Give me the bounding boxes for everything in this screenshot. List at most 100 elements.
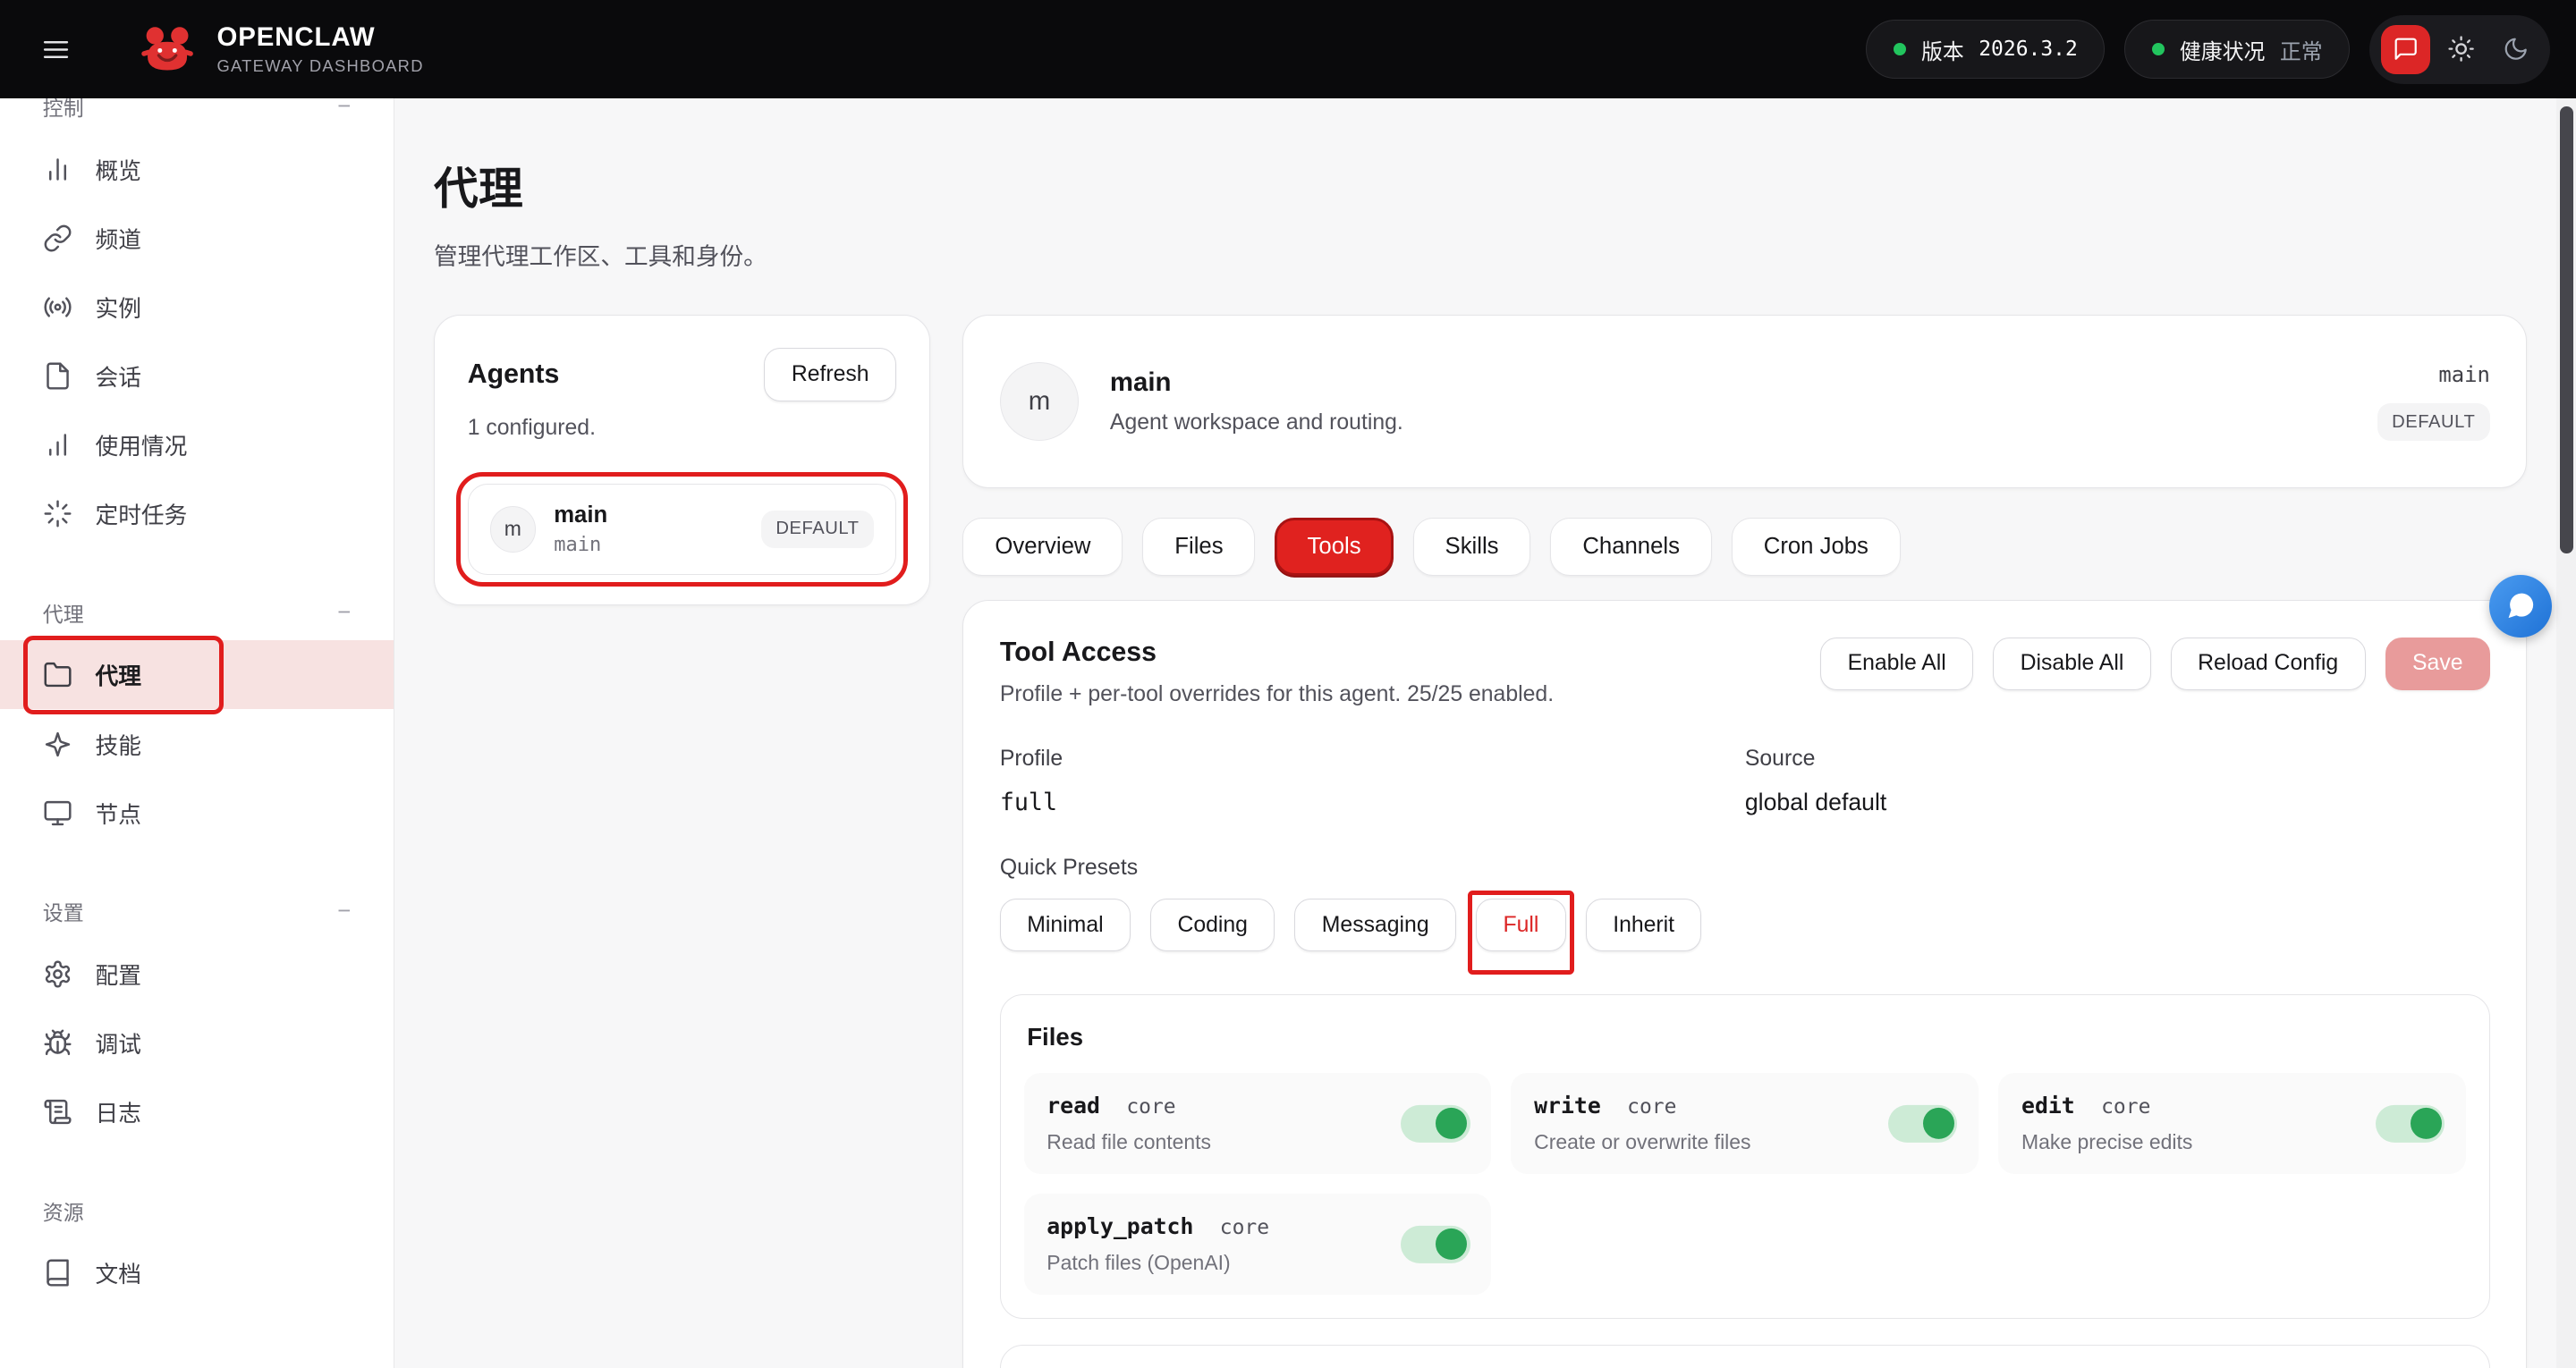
health-label: 健康状况 [2180,34,2266,65]
sidebar-item-config[interactable]: 配置 [0,940,394,1009]
refresh-button[interactable]: Refresh [764,348,896,401]
dark-theme-button[interactable] [2493,26,2538,72]
sidebar-item-label: 定时任务 [96,497,188,530]
sidebar-item-instances[interactable]: 实例 [0,273,394,342]
sidebar-item-skills[interactable]: 技能 [0,709,394,778]
tab-overview[interactable]: Overview [962,518,1123,575]
chat-bubble-icon [2504,589,2538,622]
sidebar-item-logs[interactable]: 日志 [0,1077,394,1146]
toggle-knob [1436,1108,1467,1139]
source-label: Source [1745,747,2490,772]
page-title: 代理 [434,153,2527,217]
page-scrollbar-track [2556,98,2576,1368]
tool-tag: core [1126,1095,1175,1119]
bar-chart-icon [43,430,72,460]
tab-channels[interactable]: Channels [1550,518,1711,575]
tool-group-files: Files read core Read file contents [1000,994,2490,1319]
main-content: 代理 管理代理工作区、工具和身份。 Agents Refresh 1 confi… [394,98,2576,1368]
source-value: global default [1745,789,2490,816]
tool-description: Create or overwrite files [1534,1130,1877,1154]
sidebar-section-settings[interactable]: 设置 − [0,883,394,939]
agent-header-description: Agent workspace and routing. [1110,410,1403,435]
sidebar-item-label: 节点 [96,797,141,830]
sidebar-item-label: 技能 [96,728,141,761]
sidebar-item-label: 日志 [96,1095,141,1128]
tool-name: write [1534,1093,1601,1119]
top-bar: OPENCLAW GATEWAY DASHBOARD 版本 2026.3.2 健… [0,0,2576,98]
tool-description: Read file contents [1046,1130,1389,1154]
preset-messaging-button[interactable]: Messaging [1294,899,1456,951]
toggle-apply-patch[interactable] [1401,1225,1470,1262]
sidebar-item-label: 使用情况 [96,428,188,461]
sidebar-item-docs[interactable]: 文档 [0,1238,394,1307]
reload-config-button[interactable]: Reload Config [2171,638,2366,690]
agent-tabs: Overview Files Tools Skills Channels Cro… [962,518,2527,575]
toggle-knob [1923,1108,1954,1139]
sidebar-item-usage[interactable]: 使用情况 [0,410,394,479]
sidebar-item-cron-tasks[interactable]: 定时任务 [0,479,394,548]
tool-name: apply_patch [1046,1213,1193,1239]
toggle-knob [2411,1108,2442,1139]
health-pill: 健康状况 正常 [2124,20,2350,79]
toggle-read[interactable] [1401,1105,1470,1143]
page-subtitle: 管理代理工作区、工具和身份。 [434,237,2527,272]
section-label: 资源 [43,1195,84,1226]
sidebar-item-nodes[interactable]: 节点 [0,779,394,848]
disable-all-button[interactable]: Disable All [1993,638,2150,690]
sidebar-item-channels[interactable]: 频道 [0,204,394,273]
scroll-log-icon [43,1097,72,1127]
agent-list-item-main[interactable]: m main main DEFAULT [468,484,896,575]
light-theme-button[interactable] [2438,26,2484,72]
tool-card-read: read core Read file contents [1024,1073,1492,1174]
tool-access-title: Tool Access [1000,638,1554,668]
monitor-icon [43,798,72,828]
health-value: 正常 [2280,34,2323,65]
sidebar-item-debug[interactable]: 调试 [0,1009,394,1077]
tool-description: Patch files (OpenAI) [1046,1251,1389,1275]
sidebar-section-control[interactable]: 控制 − [0,98,394,134]
chat-widget-button[interactable] [2489,575,2552,638]
tab-files[interactable]: Files [1142,518,1255,575]
sidebar-section-resources[interactable]: 资源 [0,1182,394,1237]
tab-skills[interactable]: Skills [1413,518,1531,575]
tool-tag: core [2101,1095,2150,1119]
sidebar-section-agents[interactable]: 代理 − [0,585,394,640]
save-button[interactable]: Save [2385,638,2490,690]
profile-value: full [1000,789,1745,816]
openclaw-crab-logo-icon [138,20,197,79]
agent-name: main [554,502,607,528]
toggle-write[interactable] [1888,1105,1957,1143]
collapse-minus-icon[interactable]: − [337,899,351,925]
tool-access-panel: Tool Access Profile + per-tool overrides… [962,600,2527,1368]
enable-all-button[interactable]: Enable All [1820,638,1973,690]
agent-detail-column: m main Agent workspace and routing. main… [962,315,2527,1368]
profile-label: Profile [1000,747,1745,772]
tab-tools[interactable]: Tools [1275,518,1393,575]
gear-icon [43,959,72,989]
preset-coding-button[interactable]: Coding [1150,899,1275,951]
section-label: 控制 [43,98,84,122]
sidebar-item-label: 实例 [96,291,141,324]
toggle-edit[interactable] [2376,1105,2445,1143]
page-scrollbar-thumb[interactable] [2560,106,2573,553]
sidebar-item-agents[interactable]: 代理 [0,640,394,709]
menu-button[interactable] [26,20,85,79]
preset-inherit-button[interactable]: Inherit [1586,899,1702,951]
quick-presets-label: Quick Presets [1000,856,2490,881]
moon-icon [2503,36,2529,62]
sidebar-item-label: 配置 [96,958,141,991]
sidebar-item-label: 代理 [96,658,141,691]
agent-header-card: m main Agent workspace and routing. main… [962,315,2527,489]
sidebar-item-overview[interactable]: 概览 [0,135,394,204]
feedback-chat-button[interactable] [2381,25,2430,74]
sidebar-item-sessions[interactable]: 会话 [0,342,394,410]
theme-switcher [2369,15,2550,84]
preset-minimal-button[interactable]: Minimal [1000,899,1131,951]
tool-group-runtime: Runtime [1000,1345,2490,1368]
collapse-minus-icon[interactable]: − [337,600,351,626]
preset-full-button[interactable]: Full [1476,899,1566,951]
sun-icon [2447,35,2475,63]
collapse-minus-icon[interactable]: − [337,98,351,120]
agents-count: 1 configured. [468,416,896,441]
tab-cron-jobs[interactable]: Cron Jobs [1732,518,1901,575]
